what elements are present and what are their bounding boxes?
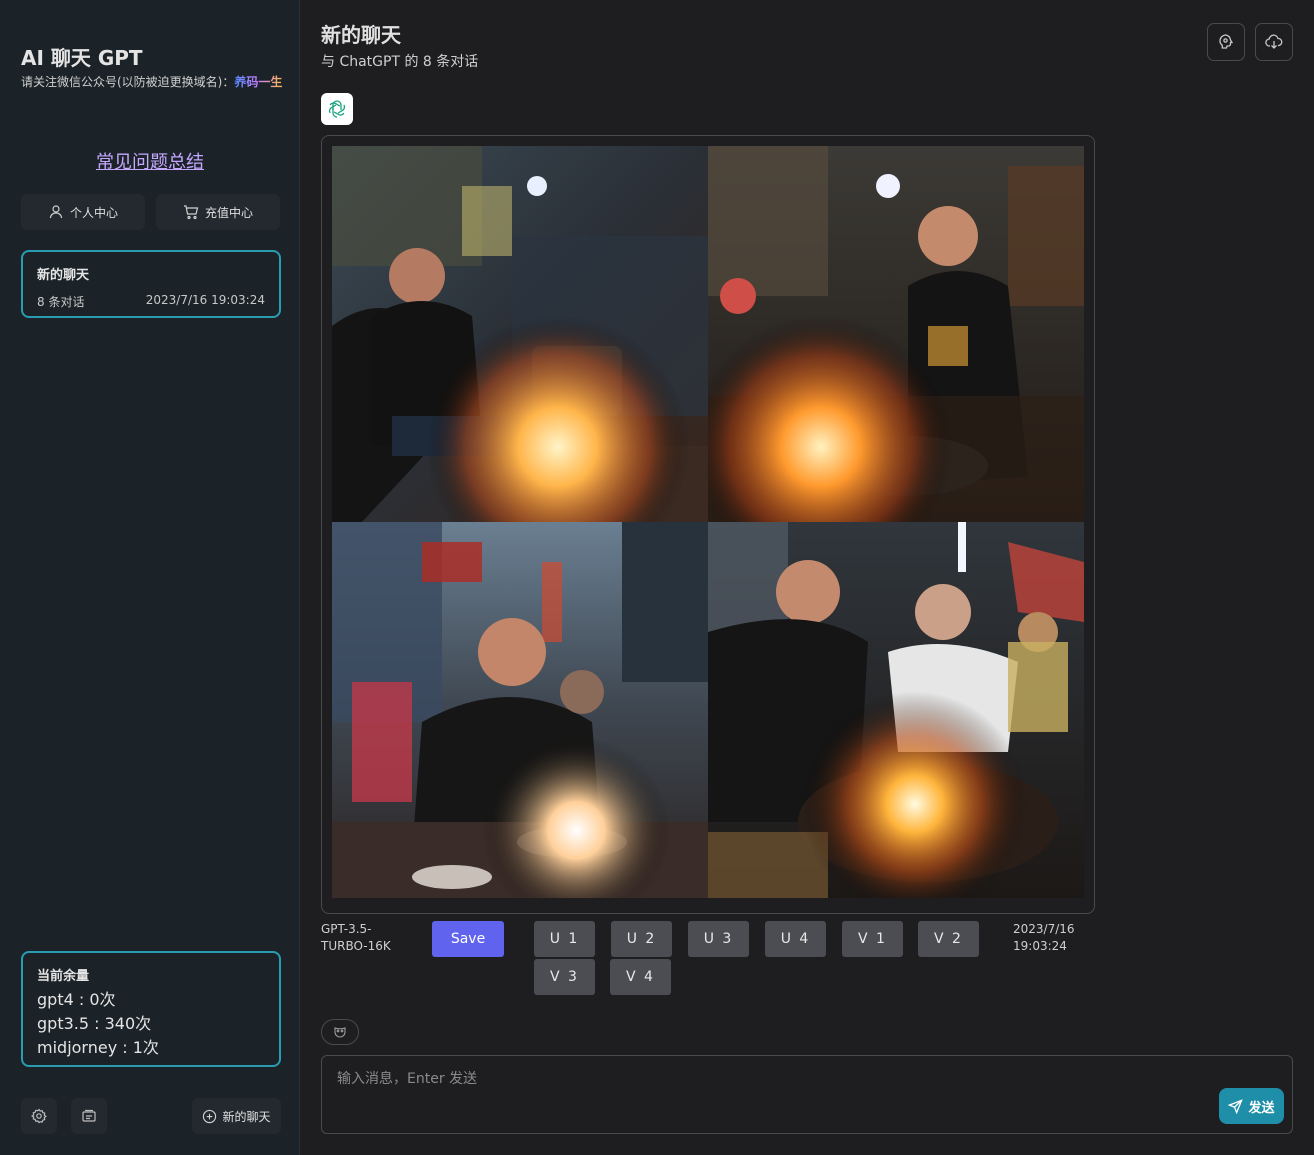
settings-button[interactable] xyxy=(21,1098,57,1134)
mask-button[interactable] xyxy=(321,1019,359,1045)
download-button[interactable] xyxy=(1255,23,1293,61)
personal-center-label: 个人中心 xyxy=(69,205,118,220)
library-icon xyxy=(82,1109,96,1122)
send-label: 发送 xyxy=(1248,1100,1275,1116)
user-icon xyxy=(49,205,63,219)
prompt-button[interactable] xyxy=(1207,23,1245,61)
upscale-1-button[interactable]: U 1 xyxy=(534,921,595,957)
chat-subtitle: 与 ChatGPT 的 8 条对话 xyxy=(321,54,479,70)
message-input[interactable] xyxy=(322,1056,1292,1133)
sidebar: AI 聊天 GPT 请关注微信公众号(以防被迫更换域名)：养码一生 常见问题总结… xyxy=(0,0,300,1155)
new-chat-button[interactable]: 新的聊天 xyxy=(192,1098,281,1134)
balance-gpt35: gpt3.5 : 340次 xyxy=(37,1014,152,1033)
image-variant-2 xyxy=(708,146,1084,522)
chat-item-count: 8 条对话 xyxy=(37,295,85,309)
variation-4-button[interactable]: V 4 xyxy=(610,959,671,995)
composer: 发送 xyxy=(321,1055,1293,1134)
balance-midjourney: midjorney : 1次 xyxy=(37,1038,159,1057)
upscale-2-button[interactable]: U 2 xyxy=(611,921,672,957)
plus-circle-icon xyxy=(203,1109,217,1123)
send-icon xyxy=(1228,1098,1244,1114)
save-button[interactable]: Save xyxy=(432,921,504,957)
library-button[interactable] xyxy=(71,1098,107,1134)
new-chat-label: 新的聊天 xyxy=(222,1109,271,1124)
image-variant-3 xyxy=(332,522,708,898)
upscale-4-button[interactable]: U 4 xyxy=(765,921,826,957)
chat-item-title: 新的聊天 xyxy=(37,268,90,283)
recharge-center-button[interactable]: 充值中心 xyxy=(156,194,280,230)
generated-image-card xyxy=(321,135,1095,914)
recharge-center-label: 充值中心 xyxy=(204,205,253,220)
settings-icon xyxy=(31,1108,47,1124)
mask-icon xyxy=(334,1027,346,1038)
image-variant-4 xyxy=(708,522,1084,898)
balance-title: 当前余量 xyxy=(37,969,90,984)
personal-center-button[interactable]: 个人中心 xyxy=(21,194,145,230)
model-label: GPT-3.5-TURBO-16K xyxy=(321,922,391,953)
openai-logo-icon xyxy=(328,100,346,118)
variation-2-button[interactable]: V 2 xyxy=(918,921,979,957)
faq-link[interactable]: 常见问题总结 xyxy=(0,148,300,174)
cart-icon xyxy=(183,205,199,220)
variation-1-button[interactable]: V 1 xyxy=(842,921,903,957)
chat-main: 新的聊天 与 ChatGPT 的 8 条对话 GPT-3.5-TURBO-16K… xyxy=(301,0,1314,1155)
balance-gpt4: gpt4 : 0次 xyxy=(37,990,116,1009)
send-button[interactable]: 发送 xyxy=(1219,1088,1284,1124)
upscale-3-button[interactable]: U 3 xyxy=(688,921,749,957)
chat-title: 新的聊天 xyxy=(321,23,401,47)
prompt-icon xyxy=(1219,34,1234,49)
variation-3-button[interactable]: V 3 xyxy=(534,959,595,995)
generated-image-grid[interactable] xyxy=(332,146,1084,898)
chat-list-item[interactable]: 新的聊天 8 条对话 2023/7/16 19:03:24 xyxy=(21,250,281,318)
message-time: 2023/7/16 19:03:24 xyxy=(1013,922,1075,953)
notice-brand: 养码一生 xyxy=(234,75,283,89)
download-icon xyxy=(1265,34,1283,49)
balance-panel: 当前余量 gpt4 : 0次 gpt3.5 : 340次 midjorney :… xyxy=(21,951,281,1067)
image-variant-1 xyxy=(332,146,708,522)
notice-text: 请关注微信公众号(以防被迫更换域名)： xyxy=(21,75,235,89)
app-title: AI 聊天 GPT xyxy=(21,46,143,70)
chat-item-time: 2023/7/16 19:03:24 xyxy=(145,293,265,307)
wechat-notice: 请关注微信公众号(以防被迫更换域名)：养码一生 xyxy=(21,73,283,92)
assistant-avatar xyxy=(321,93,353,125)
